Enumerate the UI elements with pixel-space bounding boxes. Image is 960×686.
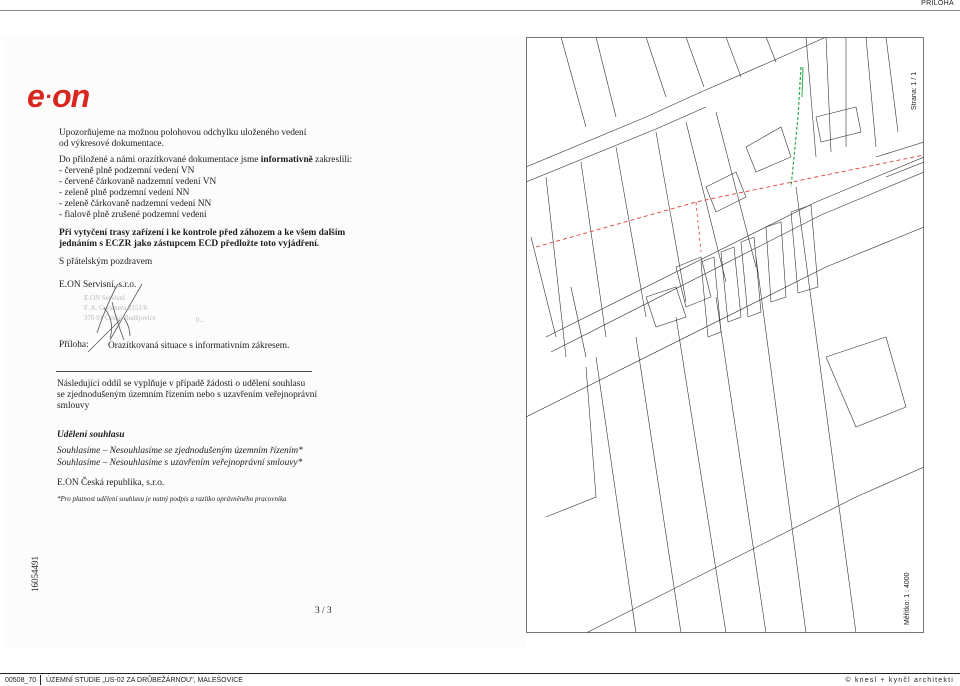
- footnote: *Pro platnost udělení souhlasu je nutný …: [57, 495, 287, 503]
- legend-item: - červeně plně podzemní vedení VN: [59, 166, 195, 176]
- consent-company: E.ON Česká republika, s.r.o.: [57, 478, 165, 488]
- attachment-label: Příloha:: [59, 340, 89, 350]
- drawn-lead-end: zakreslili:: [312, 155, 353, 165]
- section-note-line: Následující oddíl se vyplňuje v případě …: [57, 379, 306, 389]
- footer-title: ÚZEMNÍ STUDIE „US-02 ZA DRŮBEŽÁRNOU", MA…: [46, 677, 243, 684]
- consent-title: Udělení souhlasu: [57, 430, 125, 440]
- intro-line-1: Upozorňujeme na možnou polohovou odchylk…: [59, 128, 307, 138]
- drawn-lead-bold: informativně: [260, 155, 313, 165]
- document-number: 16054491: [30, 556, 40, 592]
- greeting: S přátelským pozdravem: [59, 257, 153, 267]
- legend-item: - zeleně plně podzemní vedení NN: [59, 188, 190, 198]
- notice-line-2: jednáním s ECZR jako zástupcem ECD předl…: [59, 239, 320, 249]
- attachment-text: Orazítkovaná situace s informativním zák…: [108, 341, 290, 351]
- footer-code: 00508_70: [5, 677, 37, 684]
- top-bar: PŘÍLOHA: [0, 0, 960, 11]
- divider-line: [56, 371, 312, 372]
- stamp-line: 0...: [196, 316, 205, 324]
- consent-line: Souhlasíme – Nesouhlasíme se zjednodušen…: [57, 446, 303, 456]
- consent-line: Souhlasíme – Nesouhlasíme s uzavřením ve…: [57, 458, 303, 468]
- attachment-header-label: PŘÍLOHA: [921, 0, 954, 7]
- page-number: 3 / 3: [315, 606, 332, 616]
- eon-logo: e·on: [27, 78, 90, 114]
- map-page-label: Strana: 1 / 1: [911, 71, 918, 110]
- map-scale-label: Měřítko: 1 : 4000: [904, 572, 911, 625]
- legend-item: - zeleně čárkovaně nadzemní vedení NN: [59, 199, 212, 209]
- drawn-lead: Do přiložené a námi orazítkované dokumen…: [59, 155, 352, 166]
- section-note-line: smlouvy: [57, 401, 90, 411]
- legend-item: - fialově plně zrušené podzemní vedení: [59, 210, 207, 220]
- footer-bar: 00508_70 ÚZEMNÍ STUDIE „US-02 ZA DRŮBEŽÁ…: [0, 673, 960, 686]
- drawn-lead-normal: Do přiložené a námi orazítkované dokumen…: [59, 155, 261, 165]
- notice-line-1: Při vytyčení trasy zařízení i ke kontrol…: [59, 228, 346, 238]
- section-note-line: se zjednodušeným územním řízením nebo s …: [57, 390, 318, 400]
- footer-separator: [40, 675, 41, 685]
- intro-line-2: od výkresové dokumentace.: [59, 139, 164, 149]
- cadastral-map: [526, 37, 924, 633]
- legend-item: - červeně čárkovaně nadzemní vedení VN: [59, 177, 217, 187]
- footer-author: © knesl + kynčl architekti: [845, 677, 954, 684]
